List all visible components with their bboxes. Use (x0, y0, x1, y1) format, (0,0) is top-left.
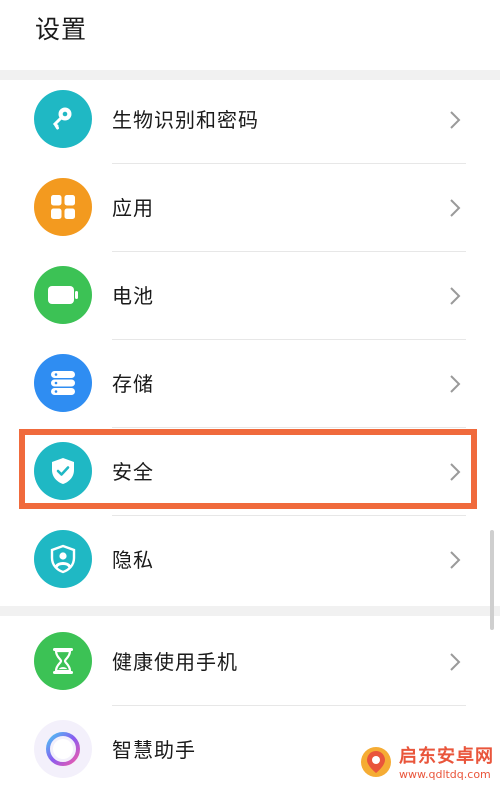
settings-item-battery[interactable]: 电池 (0, 252, 500, 340)
watermark-title: 启东安卓网 (399, 746, 494, 767)
settings-item-label: 存储 (112, 372, 154, 396)
settings-item-storage[interactable]: 存储 (0, 340, 500, 428)
hourglass-icon (34, 632, 92, 690)
settings-item-label: 安全 (112, 460, 154, 484)
privacy-shield-icon (34, 530, 92, 588)
apps-grid-icon (34, 178, 92, 236)
settings-item-digital-balance[interactable]: 健康使用手机 (0, 618, 500, 706)
settings-item-label: 电池 (112, 284, 154, 308)
settings-item-security[interactable]: 安全 (0, 428, 500, 516)
settings-item-label: 智慧助手 (112, 738, 196, 762)
key-icon (34, 90, 92, 148)
assistant-orb-icon (34, 720, 92, 778)
chevron-right-icon (450, 653, 461, 671)
shield-check-icon (34, 442, 92, 500)
watermark: 启东安卓网 www.qdltdq.com (359, 742, 494, 781)
settings-item-apps[interactable]: 应用 (0, 164, 500, 252)
settings-item-privacy[interactable]: 隐私 (0, 516, 500, 604)
watermark-logo-icon (361, 746, 391, 777)
storage-icon (34, 354, 92, 412)
page-title: 设置 (35, 15, 88, 44)
settings-item-label: 应用 (112, 196, 154, 220)
settings-item-biometrics[interactable]: 生物识别和密码 (0, 76, 500, 164)
chevron-right-icon (450, 463, 461, 481)
chevron-right-icon (450, 111, 461, 129)
section-separator (0, 606, 500, 616)
watermark-url: www.qdltdq.com (399, 768, 491, 781)
chevron-right-icon (450, 287, 461, 305)
battery-icon (34, 266, 92, 324)
scrollbar[interactable] (490, 530, 494, 630)
settings-item-label: 隐私 (112, 548, 154, 572)
chevron-right-icon (450, 551, 461, 569)
chevron-right-icon (450, 375, 461, 393)
settings-item-label: 健康使用手机 (112, 650, 238, 674)
chevron-right-icon (450, 199, 461, 217)
settings-item-label: 生物识别和密码 (112, 108, 259, 132)
